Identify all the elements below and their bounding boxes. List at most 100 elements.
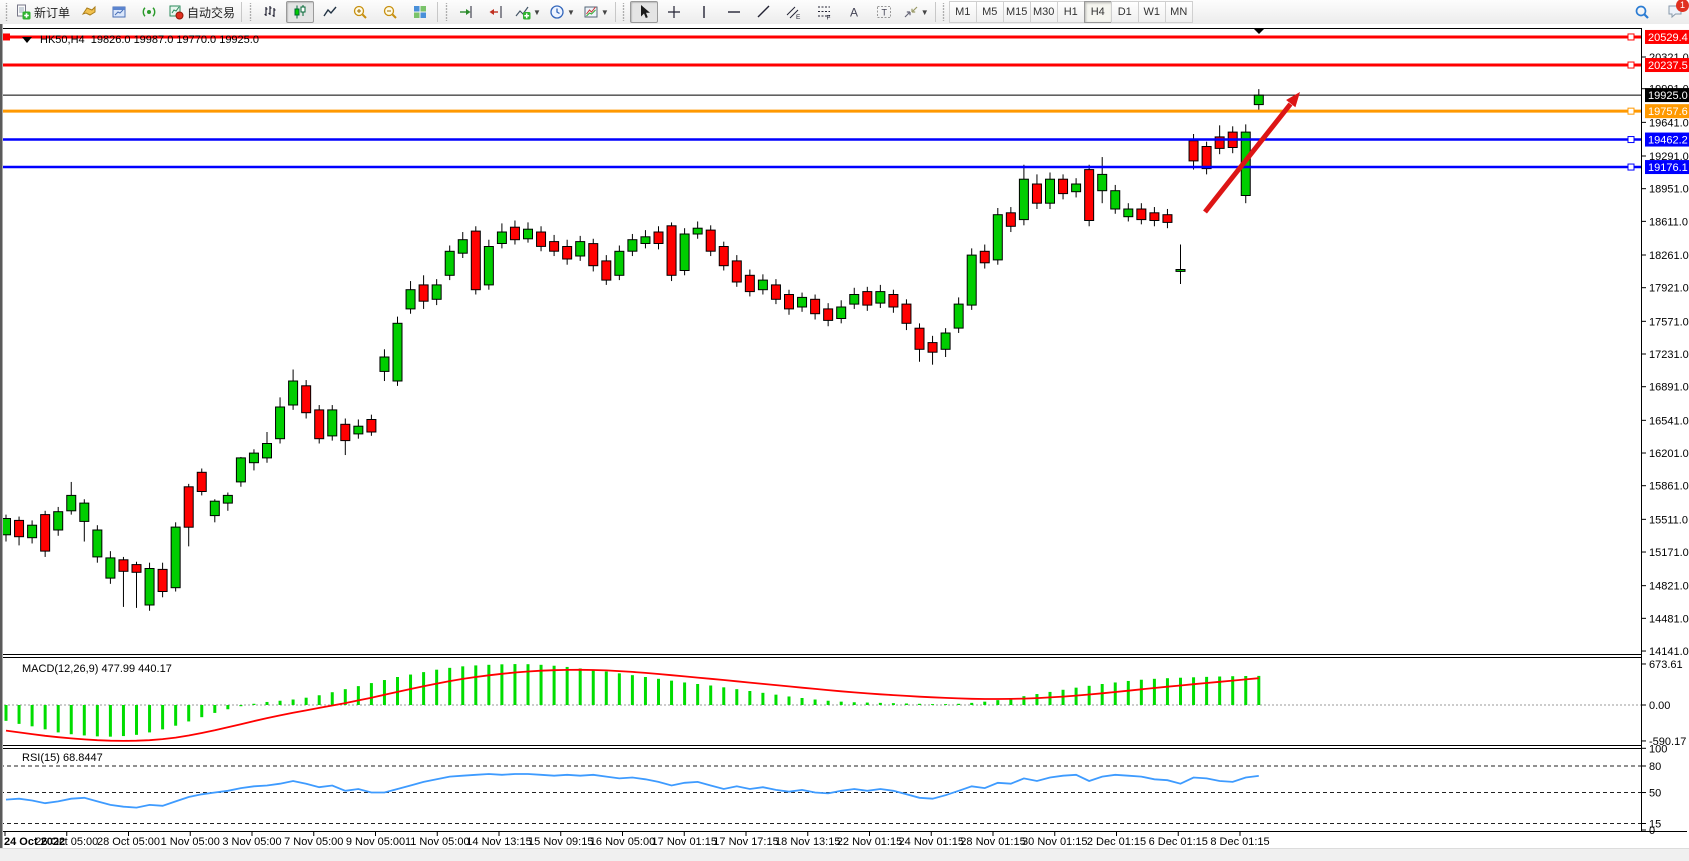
candle-body	[484, 247, 493, 285]
cursor-icon	[636, 4, 652, 20]
date-tick-label: 11 Nov 05:00	[405, 836, 470, 848]
auto-trading-icon	[168, 4, 184, 20]
toolbar-button-fibo[interactable]: F	[810, 1, 838, 23]
timeframe-button-M1[interactable]: M1	[949, 1, 976, 23]
window-bottom-strip	[0, 848, 1689, 861]
date-tick-label: 14 Nov 13:15	[466, 836, 531, 848]
toolbar-button-label: 新订单	[34, 4, 70, 21]
candle-body	[980, 251, 989, 262]
candle-body	[1006, 213, 1015, 227]
timeframe-button-W1[interactable]: W1	[1138, 1, 1165, 23]
level-line-handle[interactable]	[1628, 137, 1634, 143]
date-tick-label: 22 Nov 01:15	[837, 836, 902, 848]
candle-body	[550, 242, 559, 252]
dropdown-caret-icon[interactable]: ▼	[921, 8, 929, 17]
level-line-handle[interactable]	[1628, 164, 1634, 170]
toolbar-button-channel[interactable]: E	[780, 1, 808, 23]
candle-body	[197, 472, 206, 491]
rsi-line	[6, 774, 1259, 808]
toolbar-button-text-a[interactable]: A	[840, 1, 868, 23]
toolbar-button-shapes[interactable]: ▼	[900, 1, 932, 23]
toolbar-button-tile[interactable]	[406, 1, 434, 23]
candle-body	[654, 232, 663, 244]
symbol-marker-icon	[22, 37, 32, 43]
chart-shot-icon	[81, 4, 97, 20]
date-tick-label: 6 Dec 01:15	[1149, 836, 1208, 848]
candle-body	[380, 357, 389, 371]
toolbar-drag-handle[interactable]	[4, 3, 8, 21]
dropdown-caret-icon[interactable]: ▼	[533, 8, 541, 17]
date-tick-label: 15 Nov 09:15	[528, 836, 593, 848]
candle-body	[341, 424, 350, 440]
toolbar-button-trendline[interactable]	[750, 1, 778, 23]
toolbar-button-window-blue[interactable]	[105, 1, 133, 23]
timeframe-button-D1[interactable]: D1	[1111, 1, 1138, 23]
toolbar-button-zoom-in[interactable]	[346, 1, 374, 23]
new-order-icon	[15, 4, 31, 20]
toolbar-button-auto-trading[interactable]: 自动交易	[165, 1, 238, 23]
dropdown-caret-icon[interactable]: ▼	[567, 8, 575, 17]
timeframe-button-M15[interactable]: M15	[1003, 1, 1030, 23]
toolbar-drag-handle[interactable]	[942, 3, 946, 21]
price-tick-label: 15861.0	[1649, 481, 1689, 493]
candle-body	[889, 295, 898, 308]
date-tick-label: 24 Nov 01:15	[899, 836, 964, 848]
notifications-button[interactable]: 1	[1667, 3, 1683, 22]
toolbar-button-vline[interactable]	[690, 1, 718, 23]
timeframe-button-M30[interactable]: M30	[1030, 1, 1057, 23]
toolbar-button-candles[interactable]	[286, 1, 314, 23]
toolbar-button-template[interactable]: ▼	[580, 1, 612, 23]
scroll-to-end-marker[interactable]	[1254, 29, 1264, 34]
toolbar-button-indicators[interactable]: ▼	[512, 1, 544, 23]
indicators-icon	[515, 4, 531, 20]
candle-body	[824, 309, 833, 321]
candle-body	[67, 495, 76, 510]
toolbar-button-signal[interactable]	[135, 1, 163, 23]
price-tick-label: 16201.0	[1649, 448, 1689, 460]
timeframe-button-MN[interactable]: MN	[1165, 1, 1193, 23]
candle-body	[158, 569, 167, 591]
main-toolbar: 新订单 自动交易 ▼ ▼ ▼ EFAT ▼ M1M5M15M30H1H4D1W1MN 1	[0, 0, 1689, 25]
toolbar-button-text-label[interactable]: T	[870, 1, 898, 23]
zoom-out-icon	[382, 4, 398, 20]
timeframe-button-H1[interactable]: H1	[1057, 1, 1084, 23]
level-line-handle[interactable]	[1628, 34, 1634, 40]
timeframe-button-H4[interactable]: H4	[1084, 1, 1111, 23]
toolbar-button-new-order[interactable]: 新订单	[12, 1, 73, 23]
timeframe-button-M5[interactable]: M5	[976, 1, 1003, 23]
toolbar-button-linechart[interactable]	[316, 1, 344, 23]
toolbar-button-hline[interactable]	[720, 1, 748, 23]
level-line-handle[interactable]	[1628, 62, 1634, 68]
toolbar-button-bars[interactable]	[256, 1, 284, 23]
candle-body	[432, 285, 441, 299]
toolbar-button-crosshair[interactable]	[660, 1, 688, 23]
candle-body	[785, 295, 794, 309]
search-button[interactable]	[1628, 1, 1656, 23]
candle-body	[967, 255, 976, 305]
toolbar-button-chart-shot[interactable]	[75, 1, 103, 23]
toolbar-button-autoscroll[interactable]	[452, 1, 480, 23]
rsi-axis-label: 0	[1649, 825, 1655, 837]
candle-body	[354, 426, 363, 434]
candle-body	[210, 501, 219, 515]
candle-body	[863, 292, 872, 306]
dropdown-caret-icon[interactable]: ▼	[601, 8, 609, 17]
toolbar-button-cursor[interactable]	[630, 1, 658, 23]
level-line-handle[interactable]	[1628, 108, 1634, 114]
candle-body	[132, 565, 141, 573]
toolbar-button-periods[interactable]: ▼	[546, 1, 578, 23]
candle-body	[54, 512, 63, 530]
selected-line-handle[interactable]	[3, 33, 10, 40]
toolbar-separator	[437, 2, 438, 22]
toolbar-drag-handle[interactable]	[444, 3, 448, 21]
candle-body	[1176, 270, 1185, 272]
candle-body	[758, 280, 767, 290]
candle-body	[263, 444, 272, 458]
toolbar-button-zoom-out[interactable]	[376, 1, 404, 23]
candle-body	[445, 251, 454, 275]
candle-body	[850, 295, 859, 305]
toolbar-button-shift[interactable]	[482, 1, 510, 23]
candle-body	[223, 495, 232, 503]
toolbar-drag-handle[interactable]	[248, 3, 252, 21]
toolbar-drag-handle[interactable]	[622, 3, 626, 21]
